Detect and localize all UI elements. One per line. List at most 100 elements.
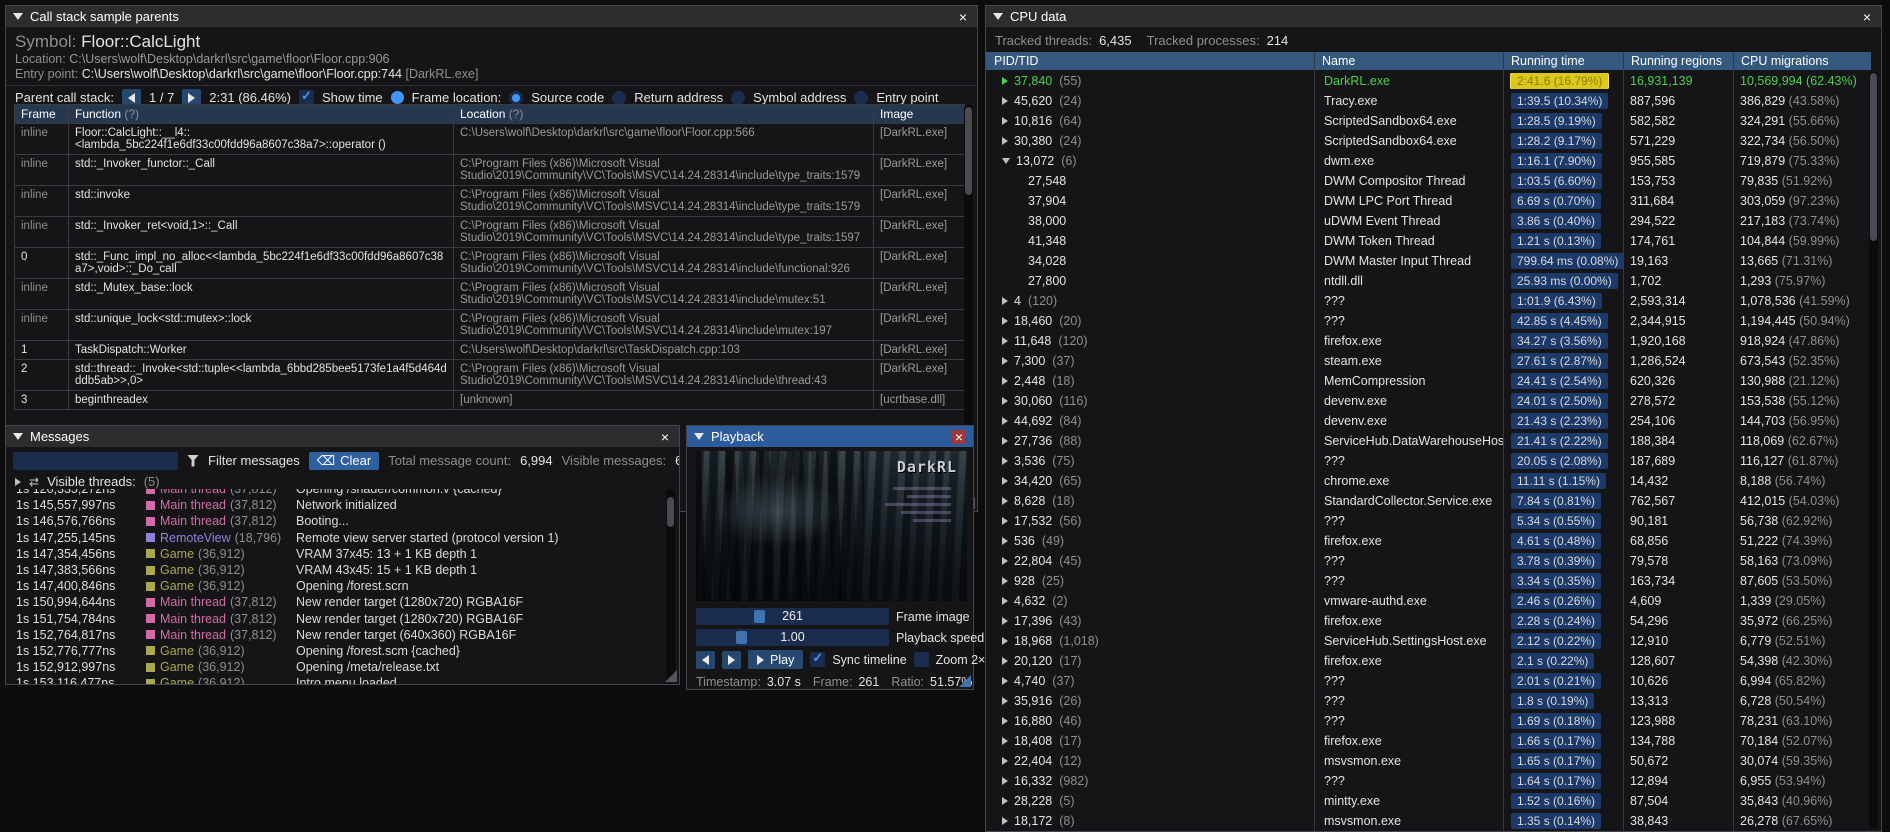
expand-arrow-icon[interactable] xyxy=(1002,757,1008,765)
expand-arrow-icon[interactable] xyxy=(1002,117,1008,125)
playback-speed-slider[interactable]: 1.00 xyxy=(696,629,889,646)
expand-arrow-icon[interactable] xyxy=(1002,397,1008,405)
cpu-row[interactable]: 11,648 (120) firefox.exe 34.27 s (3.56%) 1,9… xyxy=(986,331,1871,351)
cpu-row[interactable]: 4,740 (37)??? 2.01 s (0.21%) 10,626 6,994 (6… xyxy=(986,671,1871,691)
cpu-row[interactable]: 536 (49) firefox.exe 4.61 s (0.48%) 68,856 51… xyxy=(986,531,1871,551)
expand-arrow-icon[interactable] xyxy=(1002,497,1008,505)
cpu-row[interactable]: 45,620 (24) Tracy.exe 1:39.5 (10.34%) 887,59… xyxy=(986,91,1871,111)
expand-arrow-icon[interactable] xyxy=(1002,537,1008,545)
expand-arrow-icon[interactable] xyxy=(1002,517,1008,525)
cpu-row[interactable]: 38,000 uDWM Event Thread 3.86 s (0.40%) 294… xyxy=(986,211,1871,231)
message-row[interactable]: 1s 147,255,145ns RemoteView (18,796) Remote… xyxy=(6,530,666,546)
message-row[interactable]: 1s 152,764,817ns Main thread (37,812) New r… xyxy=(6,627,666,643)
table-row[interactable]: 0 std::_Func_impl_no_alloc<<lambda_5bc224… xyxy=(14,247,965,279)
column-header-running-time[interactable]: Running time xyxy=(1511,54,1585,68)
messages-scroll-thumb[interactable] xyxy=(667,497,674,527)
close-icon[interactable]: × xyxy=(956,10,970,24)
message-row[interactable]: 1s 153,116,477ns Game (36,912) Intro menu l… xyxy=(6,675,666,684)
cpu-row[interactable]: 4 (120)??? 1:01.9 (6.43%) 2,593,314 1,078,53… xyxy=(986,291,1871,311)
callstack-scroll-thumb[interactable] xyxy=(965,107,972,195)
step-back-button[interactable] xyxy=(696,650,715,669)
close-icon[interactable]: × xyxy=(1860,10,1874,24)
playback-titlebar[interactable]: Playback × xyxy=(687,426,973,447)
close-icon[interactable]: × xyxy=(658,430,672,444)
column-header-running-regions[interactable]: Running regions xyxy=(1631,54,1722,68)
cpu-row[interactable]: 37,904 DWM LPC Port Thread 6.69 s (0.70%) 3… xyxy=(986,191,1871,211)
column-header-image[interactable]: Image xyxy=(873,104,965,124)
cpu-row[interactable]: 7,300 (37) steam.exe 27.61 s (2.87%) 1,286,5… xyxy=(986,351,1871,371)
cpu-row[interactable]: 18,968 (1,018) ServiceHub.SettingsHost.exe… xyxy=(986,631,1871,651)
cpu-row[interactable]: 18,408 (17) firefox.exe 1.66 s (0.17%) 134,7… xyxy=(986,731,1871,751)
table-row[interactable]: inline std::_Mutex_base::lock C:\Program F… xyxy=(14,278,965,310)
callstack-titlebar[interactable]: Call stack sample parents × xyxy=(6,6,977,27)
cpu-scrollbar[interactable] xyxy=(1869,71,1878,828)
message-filter-input[interactable] xyxy=(13,451,178,470)
cpu-row[interactable]: 30,380 (24) ScriptedSandbox64.exe 1:28.2 (9… xyxy=(986,131,1871,151)
expand-arrow-icon[interactable] xyxy=(1002,437,1008,445)
play-button[interactable]: Play xyxy=(748,650,804,669)
message-row[interactable]: 1s 151,754,784ns Main thread (37,812) New r… xyxy=(6,611,666,627)
expand-arrow-icon[interactable] xyxy=(1002,337,1008,345)
radio-return-address[interactable] xyxy=(612,90,627,105)
expand-arrow-icon[interactable] xyxy=(1002,557,1008,565)
resize-grip[interactable] xyxy=(959,675,971,687)
expand-arrow-icon[interactable] xyxy=(1002,617,1008,625)
expand-arrow-icon[interactable] xyxy=(1002,77,1008,85)
table-row[interactable]: 3 beginthreadex [unknown] [ucrtbase.dll] xyxy=(14,390,965,410)
expand-arrow-icon[interactable] xyxy=(1002,677,1008,685)
messages-titlebar[interactable]: Messages × xyxy=(6,426,679,447)
cpu-row[interactable]: 34,028 DWM Master Input Thread 799.64 ms (… xyxy=(986,251,1871,271)
cpu-row[interactable]: 10,816 (64) ScriptedSandbox64.exe 1:28.5 (9… xyxy=(986,111,1871,131)
message-row[interactable]: 1s 146,576,766ns Main thread (37,812) Booti… xyxy=(6,513,666,529)
message-row[interactable]: 1s 147,354,456ns Game (36,912) VRAM 37x45: … xyxy=(6,546,666,562)
message-row[interactable]: 1s 147,383,566ns Game (36,912) VRAM 43x45: … xyxy=(6,562,666,578)
help-marker[interactable]: (?) xyxy=(124,107,139,121)
messages-scrollbar[interactable] xyxy=(666,489,675,680)
cpu-row[interactable]: 8,628 (18) StandardCollector.Service.exe 7.… xyxy=(986,491,1871,511)
frame-image[interactable]: DarkRL xyxy=(696,451,967,601)
clear-button[interactable]: ⌫ Clear xyxy=(308,451,380,470)
collapse-arrow-icon[interactable] xyxy=(1002,158,1010,164)
expand-arrow-icon[interactable] xyxy=(1002,597,1008,605)
collapse-icon[interactable] xyxy=(694,433,704,440)
cpu-row[interactable]: 16,880 (46)??? 1.69 s (0.18%) 123,988 78,231… xyxy=(986,711,1871,731)
expand-arrow-icon[interactable] xyxy=(1002,417,1008,425)
cpu-row[interactable]: 928 (25)??? 3.34 s (0.35%) 163,734 87,605 (5… xyxy=(986,571,1871,591)
message-row[interactable]: 1s 150,994,644ns Main thread (37,812) New r… xyxy=(6,594,666,610)
column-header-location[interactable]: Location (?) xyxy=(453,104,874,124)
table-row[interactable]: inline std::_Invoker_functor::_Call C:\Pro… xyxy=(14,154,965,186)
message-row[interactable]: 1s 120,335,272ns Main thread (37,812) Openi… xyxy=(6,489,666,497)
expand-arrow-icon[interactable] xyxy=(1002,817,1008,825)
expand-arrow-icon[interactable] xyxy=(1002,777,1008,785)
expand-arrow-icon[interactable] xyxy=(1002,657,1008,665)
expand-arrow-icon[interactable] xyxy=(1002,477,1008,485)
cpu-row[interactable]: 17,532 (56)??? 5.34 s (0.55%) 90,181 56,738 … xyxy=(986,511,1871,531)
collapse-icon[interactable] xyxy=(13,13,23,20)
expand-arrow-icon[interactable] xyxy=(1002,457,1008,465)
frame-image-slider[interactable]: 261 xyxy=(696,608,889,625)
column-header-name[interactable]: Name xyxy=(1322,54,1355,68)
cpu-row[interactable]: 34,420 (65) chrome.exe 11.11 s (1.15%) 14,43… xyxy=(986,471,1871,491)
shuffle-icon[interactable]: ⇄ xyxy=(29,475,39,489)
cpu-row[interactable]: 27,736 (88) ServiceHub.DataWarehouseHost.e… xyxy=(986,431,1871,451)
expand-arrow-icon[interactable] xyxy=(1002,377,1008,385)
cpu-row[interactable]: 13,072 (6) dwm.exe 1:16.1 (7.90%) 955,585 719… xyxy=(986,151,1871,171)
expand-arrow-icon[interactable] xyxy=(1002,297,1008,305)
cpu-row[interactable]: 28,228 (5) mintty.exe 1.52 s (0.16%) 87,504 3… xyxy=(986,791,1871,811)
cpu-row[interactable]: 3,536 (75)??? 20.05 s (2.08%) 187,689 116,12… xyxy=(986,451,1871,471)
expand-arrow-icon[interactable] xyxy=(1002,97,1008,105)
step-forward-button[interactable] xyxy=(722,650,741,669)
cpu-row[interactable]: 17,396 (43) firefox.exe 2.28 s (0.24%) 54,29… xyxy=(986,611,1871,631)
cpu-row[interactable]: 18,172 (8) msvsmon.exe 1.35 s (0.14%) 38,843… xyxy=(986,811,1871,831)
expand-arrow-icon[interactable] xyxy=(1002,737,1008,745)
table-row[interactable]: inline std::unique_lock<std::mutex>::lock… xyxy=(14,309,965,341)
column-header-cpu-migrations[interactable]: CPU migrations xyxy=(1741,54,1829,68)
cpu-row[interactable]: 44,692 (84) devenv.exe 21.43 s (2.23%) 254,1… xyxy=(986,411,1871,431)
cpu-row[interactable]: 22,404 (12) msvsmon.exe 1.65 s (0.17%) 50,67… xyxy=(986,751,1871,771)
cpu-row[interactable]: 35,916 (26)??? 1.8 s (0.19%) 13,313 6,728 (5… xyxy=(986,691,1871,711)
table-row[interactable]: 2 std::thread::_Invoke<std::tuple<<lambda… xyxy=(14,359,965,391)
table-row[interactable]: inline std::_Invoker_ret<void,1>::_Call C:… xyxy=(14,216,965,248)
collapse-icon[interactable] xyxy=(993,13,1003,20)
table-row[interactable]: inline Floor::CalcLight::__l4::<lambda_5b… xyxy=(14,123,965,155)
close-icon[interactable]: × xyxy=(951,429,966,444)
